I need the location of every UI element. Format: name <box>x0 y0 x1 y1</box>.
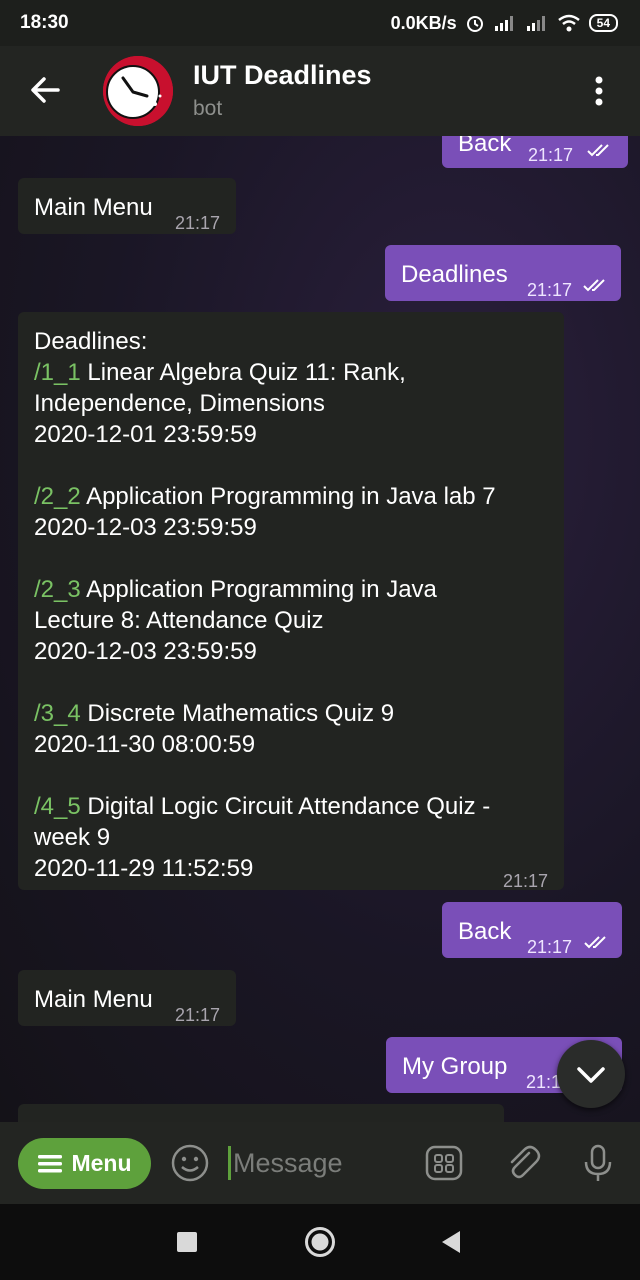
message-input[interactable]: Message <box>228 1146 343 1180</box>
command-link[interactable]: /3_4 <box>34 700 81 727</box>
clock-logo-icon <box>103 56 173 126</box>
deadline-item: /2_3 Application Programming in Java Lec… <box>34 574 496 667</box>
message-time: 21:17 <box>527 280 573 300</box>
message-time: 21:17 <box>503 871 549 891</box>
message-list[interactable]: Back 21:17 Main Menu 21:17 Deadlines 21:… <box>0 136 640 1122</box>
status-icons: 0.0KB/s 54 <box>391 13 618 34</box>
outgoing-message: Back 21:17 <box>442 902 622 958</box>
bot-menu-button[interactable]: Menu <box>18 1138 151 1189</box>
deadline-date: 2020-11-30 08:00:59 <box>34 731 256 758</box>
deadline-title-cont: week 9 <box>34 824 111 851</box>
deadline-date: 2020-12-03 23:59:59 <box>34 638 257 665</box>
microphone-icon[interactable] <box>578 1143 618 1183</box>
message-text: Main Menu <box>34 194 153 221</box>
message-time: 21:17 <box>528 145 574 165</box>
incoming-message-partial <box>18 1104 504 1122</box>
deadline-title: Discrete Mathematics Quiz 9 <box>80 700 395 727</box>
recents-icon[interactable] <box>176 1231 198 1253</box>
outgoing-message: Deadlines 21:17 <box>385 245 621 301</box>
emoji-icon[interactable] <box>170 1143 210 1183</box>
chat-header: IUT Deadlines bot <box>0 46 640 136</box>
attach-icon[interactable] <box>503 1143 543 1183</box>
read-ticks-icon <box>583 279 605 292</box>
incoming-message: Main Menu 21:17 <box>18 178 236 234</box>
deadlines-heading: Deadlines: <box>34 328 148 355</box>
message-text: My Group <box>402 1053 508 1080</box>
hamburger-icon <box>38 1154 63 1172</box>
message-time: 21:17 <box>175 1005 221 1025</box>
deadline-date: 2020-12-03 23:59:59 <box>34 514 257 541</box>
message-text: Main Menu <box>34 986 153 1013</box>
signal-icon <box>526 16 545 31</box>
composer: Menu Message <box>0 1122 640 1204</box>
message-text: Back <box>458 136 512 157</box>
chevron-down-icon <box>577 1067 605 1083</box>
deadline-title-cont: Independence, Dimensions <box>34 390 325 417</box>
deadline-title: Application Programming in Java <box>80 576 437 603</box>
read-ticks-icon <box>587 144 609 157</box>
deadline-title: Application Programming in Java lab 7 <box>80 483 496 510</box>
incoming-message: Main Menu 21:17 <box>18 970 236 1026</box>
status-time: 18:30 <box>20 12 69 33</box>
outgoing-message: Back 21:17 <box>442 136 628 168</box>
avatar[interactable] <box>103 56 173 126</box>
message-text: Deadlines <box>401 261 508 288</box>
deadline-title-cont: Lecture 8: Attendance Quiz <box>34 607 324 634</box>
chat-subtitle: bot <box>193 97 223 120</box>
command-link[interactable]: /2_3 <box>34 576 81 603</box>
scroll-down-button[interactable] <box>557 1040 625 1108</box>
system-nav-bar <box>0 1204 640 1280</box>
alarm-icon <box>466 16 483 32</box>
menu-label: Menu <box>71 1150 132 1176</box>
more-options-icon[interactable] <box>584 74 614 108</box>
status-bar: 18:30 0.0KB/s 54 <box>0 0 640 46</box>
deadline-item: /1_1 Linear Algebra Quiz 11: Rank, Indep… <box>34 357 496 450</box>
deadline-title: Linear Algebra Quiz 11: Rank, <box>80 359 406 386</box>
message-time: 21:17 <box>175 213 221 233</box>
deadline-item: /2_2 Application Programming in Java lab… <box>34 481 496 543</box>
home-icon[interactable] <box>304 1226 336 1258</box>
command-link[interactable]: /4_5 <box>34 793 81 820</box>
bot-commands-icon[interactable] <box>424 1143 464 1183</box>
message-text: Back <box>458 918 512 945</box>
back-nav-icon[interactable] <box>440 1230 462 1254</box>
message-time: 21:17 <box>527 937 573 957</box>
battery-icon: 54 <box>588 14 618 32</box>
signal-icon <box>494 16 513 31</box>
chat-title[interactable]: IUT Deadlines <box>193 60 372 91</box>
deadline-date: 2020-11-29 11:52:59 <box>34 855 254 882</box>
deadline-title: Digital Logic Circuit Attendance Quiz - <box>80 793 491 820</box>
wifi-icon <box>557 14 580 32</box>
incoming-message-deadlines: Deadlines: /1_1 Linear Algebra Quiz 11: … <box>18 312 564 891</box>
read-ticks-icon <box>584 936 606 949</box>
deadline-item: /3_4 Discrete Mathematics Quiz 9 2020-11… <box>34 698 496 760</box>
deadline-date: 2020-12-01 23:59:59 <box>34 421 257 448</box>
back-arrow-icon[interactable] <box>26 70 66 110</box>
net-speed: 0.0KB/s <box>390 12 457 33</box>
command-link[interactable]: /1_1 <box>34 359 81 386</box>
command-link[interactable]: /2_2 <box>34 483 81 510</box>
deadline-item: /4_5 Digital Logic Circuit Attendance Qu… <box>34 791 496 884</box>
